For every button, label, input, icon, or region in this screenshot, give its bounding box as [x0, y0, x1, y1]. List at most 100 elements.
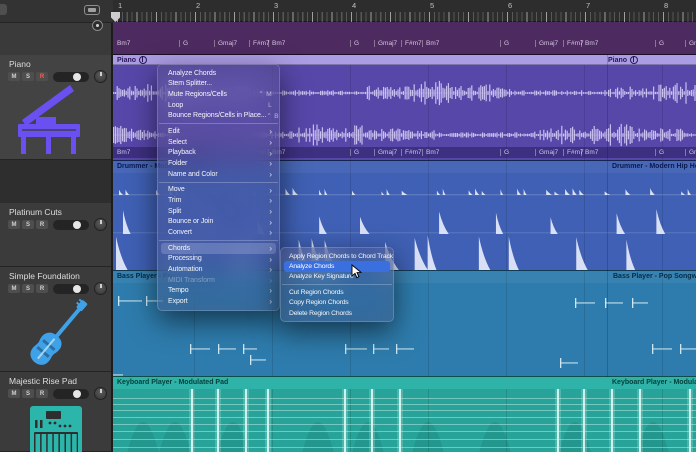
- pan-knob[interactable]: [94, 282, 107, 295]
- toolbar-left-button[interactable]: [0, 4, 7, 15]
- ruler-bar-label: 3: [274, 1, 278, 10]
- menu-item-stem-splitter[interactable]: Stem Splitter...: [158, 79, 279, 90]
- volume-slider[interactable]: [53, 389, 89, 399]
- volume-slider-knob[interactable]: [73, 73, 81, 81]
- track-name-label: Platinum Cuts: [9, 207, 62, 217]
- menu-item-copy-region-chords[interactable]: Copy Region Chords: [281, 298, 393, 308]
- menu-item-edit[interactable]: Edit›: [158, 126, 279, 137]
- region-name-text: Piano: [608, 57, 627, 64]
- record-button[interactable]: R: [36, 389, 48, 398]
- submenu-chevron-icon: ›: [269, 228, 272, 237]
- menu-item-automation[interactable]: Automation›: [158, 264, 279, 275]
- menu-item-tempo[interactable]: Tempo›: [158, 285, 279, 296]
- menu-item-playback[interactable]: Playback›: [158, 148, 279, 159]
- menu-item-processing[interactable]: Processing›: [158, 254, 279, 265]
- menu-item-select[interactable]: Select›: [158, 137, 279, 148]
- menu-item-move[interactable]: Move›: [158, 185, 279, 196]
- menu-item-export[interactable]: Export›: [158, 296, 279, 307]
- menu-item-convert[interactable]: Convert›: [158, 227, 279, 238]
- menu-item-shortcut: ⌃ B: [266, 112, 279, 120]
- track-controls: MSR: [8, 71, 107, 82]
- display-toggle-icon[interactable]: [84, 5, 100, 15]
- volume-slider-knob[interactable]: [73, 221, 81, 229]
- track-header-simple-foundation[interactable]: Simple Foundation MSR: [0, 267, 111, 372]
- mute-button[interactable]: M: [8, 220, 20, 229]
- track-name-label: Simple Foundation: [9, 271, 80, 281]
- bass-guitar-icon: [14, 293, 100, 378]
- menu-item-cut-region-chords[interactable]: Cut Region Chords: [281, 287, 393, 297]
- menu-item-chords[interactable]: Chords›: [161, 243, 276, 254]
- menu-item-name-and-color[interactable]: Name and Color›: [158, 169, 279, 180]
- submenu-chevron-icon: ›: [269, 265, 272, 274]
- region-keyboard[interactable]: Keyboard Player - Modulated PadKeyboard …: [113, 376, 696, 452]
- menu-item-label: Delete Region Chords: [289, 310, 352, 317]
- region-name-piano: Piano: [117, 56, 147, 64]
- chord-label: G: [350, 149, 359, 156]
- track-header-platinum-cuts[interactable]: Platinum Cuts MSR: [0, 203, 111, 267]
- track-header-piano[interactable]: Piano MSR: [0, 55, 111, 160]
- record-button[interactable]: R: [36, 284, 48, 293]
- menu-separator: [282, 284, 392, 285]
- bar-ruler[interactable]: 12345678: [113, 0, 696, 22]
- mute-button[interactable]: M: [8, 389, 20, 398]
- chord-label: Bm7: [117, 149, 130, 156]
- chord-track[interactable]: Bm7GGmaj7F#m7Bm7GGmaj7F#m7Bm7GGmaj7F#m7B…: [113, 22, 696, 55]
- ruler-bar-label: 1: [118, 1, 122, 10]
- solo-button[interactable]: S: [22, 284, 34, 293]
- chord-label: Bm7: [422, 40, 439, 47]
- chord-label: Bm7: [268, 40, 285, 47]
- menu-item-trim[interactable]: Trim›: [158, 195, 279, 206]
- menu-item-midi-transform: MIDI Transform›: [158, 275, 279, 286]
- submenu-chevron-icon: ›: [269, 207, 272, 216]
- menu-item-folder[interactable]: Folder›: [158, 158, 279, 169]
- menu-item-mute-regions-cells[interactable]: Mute Regions/Cells⌃ M: [158, 89, 279, 100]
- volume-slider[interactable]: [53, 284, 89, 294]
- chord-label: Bm7: [581, 40, 598, 47]
- menu-item-label: Playback: [168, 149, 196, 156]
- ruler-bar-label: 2: [196, 1, 200, 10]
- pan-knob[interactable]: [94, 387, 107, 400]
- chord-label: Bm7: [581, 149, 598, 156]
- menu-item-analyze-chords[interactable]: Analyze Chords: [284, 261, 390, 271]
- menu-item-label: Stem Splitter...: [168, 80, 212, 87]
- submenu-chevron-icon: ›: [269, 127, 272, 136]
- menu-item-analyze-chords[interactable]: Analyze Chords: [158, 68, 279, 79]
- region-name-drummer: Drummer - Modern Hip Hop: [612, 163, 696, 170]
- menu-item-delete-region-chords[interactable]: Delete Region Chords: [281, 308, 393, 318]
- menu-separator: [159, 240, 278, 241]
- mute-button[interactable]: M: [8, 284, 20, 293]
- volume-slider[interactable]: [53, 72, 89, 82]
- solo-button[interactable]: S: [22, 72, 34, 81]
- menu-item-bounce-regions-cells-in-place[interactable]: Bounce Regions/Cells in Place...⌃ B: [158, 110, 279, 121]
- menu-item-analyze-key-signature[interactable]: Analyze Key Signature: [281, 272, 393, 282]
- chord-label: Gmaj7: [685, 149, 696, 156]
- solo-button[interactable]: S: [22, 389, 34, 398]
- menu-item-label: Export: [168, 298, 188, 305]
- chord-label: F#m7: [249, 40, 270, 47]
- track-controls: MSR: [8, 219, 107, 230]
- menu-item-label: Chords: [168, 245, 190, 252]
- detail-dot-icon[interactable]: [92, 20, 103, 31]
- ruler-bar-label: 4: [352, 1, 356, 10]
- volume-slider[interactable]: [53, 220, 89, 230]
- mute-button[interactable]: M: [8, 72, 20, 81]
- menu-item-label: Folder: [168, 160, 187, 167]
- solo-button[interactable]: S: [22, 220, 34, 229]
- region-name-piano: Piano: [608, 56, 638, 64]
- volume-slider-knob[interactable]: [73, 390, 81, 398]
- record-button[interactable]: R: [36, 220, 48, 229]
- menu-item-bounce-or-join[interactable]: Bounce or Join›: [158, 216, 279, 227]
- menu-item-loop[interactable]: LoopL: [158, 100, 279, 111]
- menu-item-split[interactable]: Split›: [158, 206, 279, 217]
- chord-label: G: [655, 40, 664, 47]
- track-name-label: Piano: [9, 59, 31, 69]
- menu-item-apply-region-chords-to-chord-track[interactable]: Apply Region Chords to Chord Track: [281, 251, 393, 261]
- menu-item-label: Analyze Chords: [168, 70, 216, 77]
- menu-item-label: Mute Regions/Cells: [168, 91, 227, 98]
- record-button[interactable]: R: [36, 72, 48, 81]
- chord-label: Gmaj7: [374, 40, 397, 47]
- pan-knob[interactable]: [94, 70, 107, 83]
- pan-knob[interactable]: [94, 218, 107, 231]
- track-header-majestic-rise-pad[interactable]: Majestic Rise PadMSR: [0, 372, 111, 452]
- volume-slider-knob[interactable]: [73, 285, 81, 293]
